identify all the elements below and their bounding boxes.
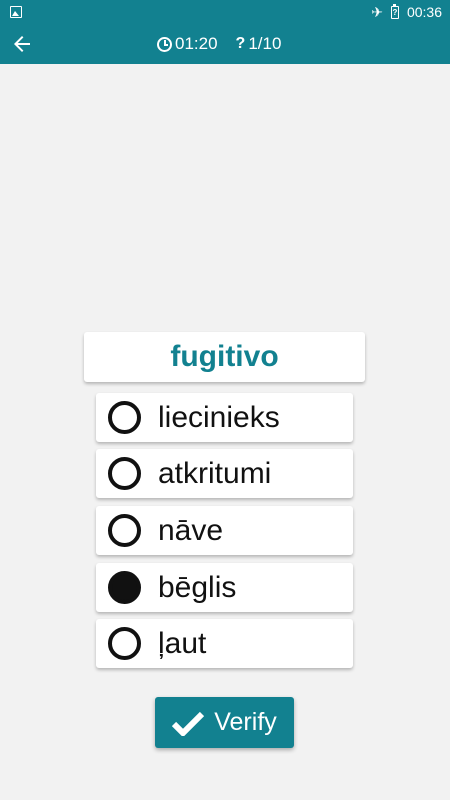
answer-label: ļaut <box>158 627 207 660</box>
question-word: fugitivo <box>170 340 279 373</box>
answer-option-1[interactable]: liecinieks <box>96 393 353 442</box>
answer-option-3[interactable]: nāve <box>96 506 353 555</box>
timer: 01:20 <box>157 34 218 54</box>
radio-button[interactable] <box>108 627 141 660</box>
answer-label: bēglis <box>158 571 237 604</box>
question-progress: ? 1/10 <box>236 34 282 54</box>
answer-option-2[interactable]: atkritumi <box>96 449 353 498</box>
back-button[interactable] <box>8 30 36 58</box>
timer-value: 01:20 <box>175 34 218 53</box>
answer-option-4[interactable]: bēglis <box>96 563 353 612</box>
radio-button[interactable] <box>108 401 141 434</box>
clock-icon <box>157 36 172 52</box>
question-word-card: fugitivo <box>84 332 365 382</box>
battery-glyph: ? <box>392 7 398 17</box>
answer-option-5[interactable]: ļaut <box>96 619 353 668</box>
answer-label: atkritumi <box>158 457 272 490</box>
answer-label: nāve <box>158 514 224 547</box>
radio-button[interactable] <box>108 571 141 604</box>
progress-value: 1/10 <box>248 34 282 53</box>
question-mark-icon: ? <box>235 35 246 52</box>
status-bar: ✈ ? 00:36 <box>0 0 450 24</box>
quiz-stats: 01:20 ? 1/10 <box>157 34 281 54</box>
verify-button[interactable]: Verify <box>155 697 294 748</box>
toolbar: 01:20 ? 1/10 <box>0 24 450 64</box>
verify-label: Verify <box>214 708 277 736</box>
arrow-left-icon <box>14 36 30 52</box>
radio-button[interactable] <box>108 457 141 490</box>
status-right: ✈ ? 00:36 <box>371 3 442 20</box>
checkmark-icon <box>172 711 205 736</box>
status-time: 00:36 <box>406 4 442 20</box>
battery-icon: ? <box>390 3 399 19</box>
answer-label: liecinieks <box>158 401 280 434</box>
airplane-icon: ✈ <box>371 4 383 20</box>
radio-button[interactable] <box>108 514 141 547</box>
gallery-icon <box>10 6 22 18</box>
app-bar: ✈ ? 00:36 01:20 ? 1/10 <box>0 0 450 64</box>
